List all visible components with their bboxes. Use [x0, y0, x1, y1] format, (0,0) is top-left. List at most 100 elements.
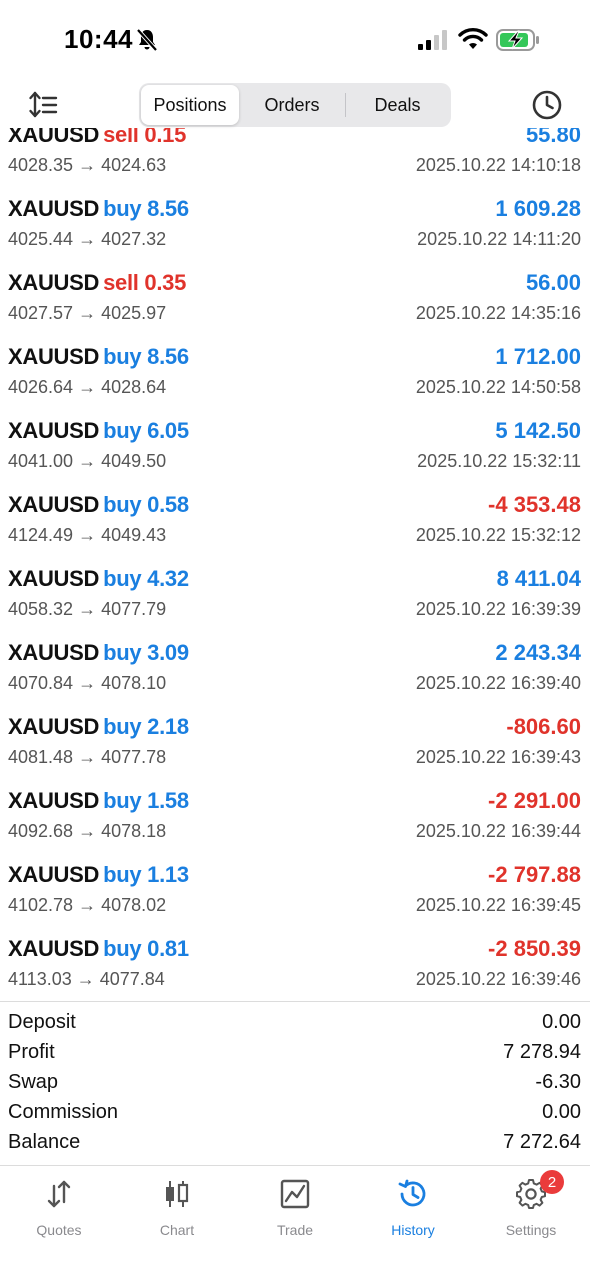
trade-time: 2025.10.22 16:39:43	[415, 747, 581, 767]
clock-icon[interactable]	[530, 88, 564, 122]
trade-volume: 0.35	[144, 270, 187, 295]
tab-chart[interactable]: Chart	[118, 1166, 236, 1280]
symbol-name: XAUUSD	[8, 418, 100, 443]
summary-value: 7 278.94	[503, 1041, 581, 1063]
summary-row-swap: Swap -6.30	[0, 1068, 590, 1098]
summary-divider	[0, 1001, 590, 1002]
tab-label: Trade	[276, 1222, 314, 1238]
summary-value: -6.30	[535, 1071, 581, 1093]
trade-symbol: XAUUSD buy 0.81	[8, 936, 189, 962]
trade-profit: -2 797.88	[488, 862, 581, 887]
trade-row[interactable]: XAUUSD buy 1.13 -2 797.88 4102.78 → 4078.02…	[0, 858, 590, 932]
trade-symbol: XAUUSD buy 1.13	[8, 862, 189, 888]
summary-row-deposit: Deposit 0.00	[0, 1008, 590, 1038]
trade-time: 2025.10.22 16:39:45	[415, 895, 581, 915]
trade-side: buy	[103, 492, 142, 517]
trade-symbol: XAUUSD buy 1.58	[8, 788, 189, 814]
trade-profit: 8 411.04	[496, 566, 581, 591]
trade-prices: 4026.64 → 4028.64	[8, 377, 167, 397]
trade-profit: 5 142.50	[495, 418, 581, 443]
trade-row[interactable]: XAUUSD buy 0.81 -2 850.39 4113.03 → 4077.84…	[0, 932, 590, 1001]
history-segmented-control: Positions Orders Deals	[139, 83, 451, 127]
summary-row-profit: Profit 7 278.94	[0, 1038, 590, 1068]
trade-side: buy	[103, 862, 142, 887]
trade-row[interactable]: XAUUSD sell 0.35 56.00 4027.57 → 4025.97 202…	[0, 266, 590, 340]
cellular-signal-icon	[418, 30, 447, 50]
trade-side: buy	[103, 788, 142, 813]
trade-row[interactable]: XAUUSD buy 8.56 1 712.00 4026.64 → 4028.64 2…	[0, 340, 590, 414]
tab-settings[interactable]: Settings 2	[472, 1166, 590, 1280]
summary-row-commission: Commission 0.00	[0, 1098, 590, 1128]
trade-prices: 4028.35 → 4024.63	[8, 155, 167, 175]
tab-label: Chart	[159, 1222, 195, 1238]
bottom-tab-bar: Quotes Chart Trade History Settings 2	[0, 1166, 590, 1280]
trade-row[interactable]: XAUUSD buy 0.58 -4 353.48 4124.49 → 4049.43…	[0, 488, 590, 562]
trade-side: buy	[103, 640, 142, 665]
symbol-name: XAUUSD	[8, 344, 100, 369]
summary-label: Profit	[8, 1041, 55, 1063]
tab-history[interactable]: History	[354, 1166, 472, 1280]
tab-orders[interactable]: Orders	[239, 85, 345, 125]
symbol-name: XAUUSD	[8, 936, 100, 961]
trade-prices: 4070.84 → 4078.10	[8, 673, 167, 693]
trade-prices: 4041.00 → 4049.50	[8, 451, 167, 471]
trade-prices: 4092.68 → 4078.18	[8, 821, 167, 841]
trade-time: 2025.10.22 16:39:46	[415, 969, 581, 989]
trade-row[interactable]: XAUUSD buy 8.56 1 609.28 4025.44 → 4027.32 2…	[0, 192, 590, 266]
trade-row[interactable]: XAUUSD buy 3.09 2 243.34 4070.84 → 4078.10 2…	[0, 636, 590, 710]
tab-quotes[interactable]: Quotes	[0, 1166, 118, 1280]
summary-label: Deposit	[8, 1011, 76, 1033]
trade-side: sell	[103, 270, 139, 295]
tab-positions[interactable]: Positions	[141, 85, 239, 125]
trade-time: 2025.10.22 16:39:40	[415, 673, 581, 693]
trade-symbol: XAUUSD sell 0.15	[8, 128, 186, 148]
trade-row[interactable]: XAUUSD buy 2.18 -806.60 4081.48 → 4077.78 20…	[0, 710, 590, 784]
notification-badge: 2	[540, 1170, 564, 1194]
quotes-icon	[47, 1180, 71, 1208]
history-list-content: XAUUSD sell 0.15 55.80 4028.35 → 4024.63 202…	[0, 128, 590, 1001]
trade-prices: 4081.48 → 4077.78	[8, 747, 167, 767]
trade-profit: 56.00	[525, 270, 581, 295]
summary-value: 7 272.64	[503, 1131, 581, 1153]
trade-side: buy	[103, 566, 142, 591]
trade-row[interactable]: XAUUSD buy 4.32 8 411.04 4058.32 → 4077.79 2…	[0, 562, 590, 636]
account-summary: Deposit 0.00 Profit 7 278.94 Swap -6.30 …	[0, 1008, 590, 1158]
symbol-name: XAUUSD	[8, 566, 100, 591]
symbol-name: XAUUSD	[8, 196, 100, 221]
trade-profit: -2 291.00	[488, 788, 581, 813]
trade-profit: 1 712.00	[495, 344, 581, 369]
trade-time: 2025.10.22 14:10:18	[415, 155, 581, 175]
symbol-name: XAUUSD	[8, 270, 100, 295]
summary-row-balance: Balance 7 272.64	[0, 1128, 590, 1158]
trade-symbol: XAUUSD buy 8.56	[8, 344, 189, 370]
symbol-name: XAUUSD	[8, 862, 100, 887]
tab-label: Quotes	[36, 1222, 82, 1238]
trade-profit: -806.60	[506, 714, 581, 739]
trade-time: 2025.10.22 15:32:12	[415, 525, 581, 545]
trade-side: buy	[103, 936, 142, 961]
trade-profit: -2 850.39	[488, 936, 581, 961]
tab-deals[interactable]: Deals	[346, 85, 449, 125]
trade-time: 2025.10.22 15:32:11	[417, 451, 581, 471]
top-toolbar: Positions Orders Deals	[0, 80, 590, 128]
trade-profit: 1 609.28	[495, 196, 581, 221]
trade-prices: 4025.44 → 4027.32	[8, 229, 167, 249]
trade-side: buy	[103, 344, 142, 369]
tab-trade[interactable]: Trade	[236, 1166, 354, 1280]
history-list[interactable]: XAUUSD sell 0.15 55.80 4028.35 → 4024.63 202…	[0, 128, 590, 1001]
trade-prices: 4113.03 → 4077.84	[8, 969, 165, 989]
trade-row[interactable]: XAUUSD sell 0.15 55.80 4028.35 → 4024.63 202…	[0, 128, 590, 192]
summary-label: Balance	[8, 1131, 81, 1153]
trade-symbol: XAUUSD sell 0.35	[8, 270, 186, 296]
battery-charging-icon	[496, 29, 539, 51]
trade-volume: 3.09	[147, 640, 189, 665]
sort-icon[interactable]	[26, 88, 60, 122]
trade-volume: 8.56	[147, 196, 189, 221]
summary-value: 0.00	[542, 1011, 581, 1033]
symbol-name: XAUUSD	[8, 640, 100, 665]
trade-volume: 8.56	[147, 344, 189, 369]
trade-row[interactable]: XAUUSD buy 6.05 5 142.50 4041.00 → 4049.50 2…	[0, 414, 590, 488]
trade-time: 2025.10.22 14:11:20	[417, 229, 581, 249]
trade-row[interactable]: XAUUSD buy 1.58 -2 291.00 4092.68 → 4078.18…	[0, 784, 590, 858]
status-time: 10:44	[64, 24, 133, 54]
